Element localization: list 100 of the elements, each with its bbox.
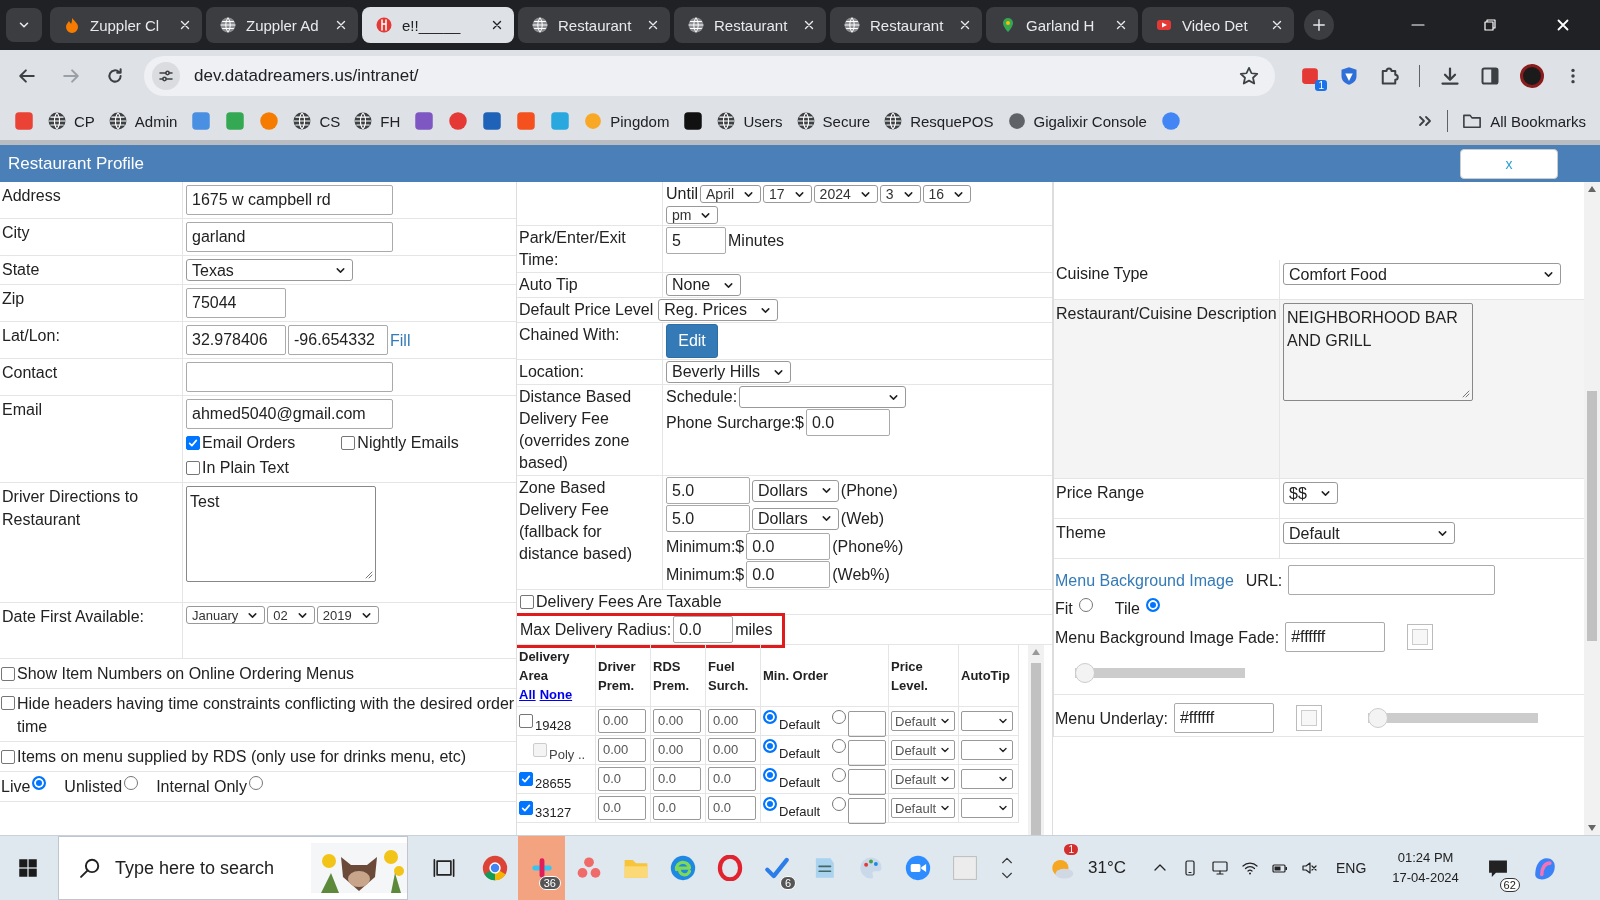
bookmark[interactable]: Admin xyxy=(108,112,178,130)
slider-thumb[interactable] xyxy=(1075,663,1095,683)
browser-tab[interactable]: Zuppler Cl xyxy=(50,7,202,43)
bookmark[interactable]: Gigalixir Console xyxy=(1007,112,1147,130)
dropdown[interactable]: 16 xyxy=(922,185,972,203)
link[interactable]: None xyxy=(539,685,573,704)
wifi-icon[interactable] xyxy=(1242,860,1258,876)
radio-button[interactable] xyxy=(32,775,47,790)
dropdown[interactable]: Comfort Food xyxy=(1283,263,1561,285)
bookmark[interactable]: Secure xyxy=(796,112,871,130)
checkbox[interactable] xyxy=(1,696,15,710)
text-area[interactable]: NEIGHBORHOOD BAR AND GRILL xyxy=(1283,303,1473,401)
text-input[interactable]: #ffffff xyxy=(1285,622,1386,652)
dropdown[interactable]: Dollars xyxy=(752,507,839,530)
text-input[interactable]: 0.00 xyxy=(653,709,701,733)
text-input[interactable] xyxy=(848,769,886,795)
dropdown[interactable]: Default xyxy=(891,711,955,731)
text-input[interactable] xyxy=(848,798,886,824)
radio-button[interactable] xyxy=(832,768,847,782)
shield-icon[interactable] xyxy=(1339,66,1359,86)
checkbox[interactable] xyxy=(520,595,534,609)
plus-icon[interactable] xyxy=(1312,18,1326,32)
dropdown[interactable]: January xyxy=(186,606,266,624)
browser-tab[interactable]: Garland H xyxy=(986,7,1138,43)
checkmark-icon[interactable] xyxy=(763,855,790,881)
link[interactable]: All xyxy=(519,685,536,704)
radio-button[interactable] xyxy=(1145,597,1160,612)
radio-button[interactable] xyxy=(763,710,777,724)
text-input[interactable]: 0.0 xyxy=(653,796,701,820)
browser-tab[interactable]: Restaurant xyxy=(674,7,826,43)
close-icon[interactable] xyxy=(178,18,192,32)
close-icon[interactable] xyxy=(1114,18,1128,32)
dropdown[interactable]: April xyxy=(700,185,762,203)
bookmark-folder[interactable]: All Bookmarks xyxy=(1462,111,1586,131)
radio-button[interactable] xyxy=(763,797,777,811)
back-icon[interactable] xyxy=(18,67,36,85)
text-input[interactable]: 5 xyxy=(666,227,726,254)
text-input[interactable]: ahmed5040@gmail.com xyxy=(186,399,393,429)
browser-tab[interactable]: Restaurant xyxy=(830,7,982,43)
close-icon[interactable] xyxy=(958,18,972,32)
checkbox[interactable] xyxy=(519,772,533,786)
monitor-icon[interactable] xyxy=(1212,860,1228,876)
text-input[interactable]: 0.0 xyxy=(673,616,734,643)
address-bar[interactable]: dev.datadreamers.us/intranet/ xyxy=(144,56,1275,96)
dropdown[interactable]: Dollars xyxy=(752,479,839,502)
text-input[interactable]: garland xyxy=(186,222,393,252)
circle-icon[interactable] xyxy=(448,111,469,131)
browser-tab[interactable]: Zuppler Ad xyxy=(206,7,358,43)
bookmark[interactable]: Users xyxy=(717,112,783,130)
dropdown[interactable]: None xyxy=(666,274,742,296)
text-input[interactable]: #ffffff xyxy=(1173,703,1274,733)
circle-icon[interactable] xyxy=(1160,111,1181,131)
checkbox[interactable] xyxy=(519,714,533,728)
browser-icon[interactable] xyxy=(669,855,696,881)
dropdown[interactable]: 02 xyxy=(267,606,315,624)
radio-button[interactable] xyxy=(763,768,777,782)
text-input[interactable]: 0.0 xyxy=(653,767,701,791)
app-icon[interactable] xyxy=(683,111,704,131)
close-icon[interactable] xyxy=(1270,18,1284,32)
text-area[interactable]: Test xyxy=(186,486,376,582)
browser-tab[interactable]: e!!_____ xyxy=(362,7,514,43)
dropdown[interactable]: 2024 xyxy=(813,185,878,203)
dropdown[interactable]: Beverly Hills xyxy=(666,361,791,383)
text-input[interactable]: 0.0 xyxy=(746,561,831,588)
dropdown[interactable]: $$ xyxy=(1283,482,1338,504)
radio-button[interactable] xyxy=(832,710,847,724)
text-input[interactable]: 32.978406 xyxy=(186,325,286,355)
close-icon[interactable] xyxy=(802,18,816,32)
text-input[interactable]: 0.0 xyxy=(598,796,646,820)
profile-avatar[interactable] xyxy=(1520,64,1544,88)
scroll-thumb[interactable] xyxy=(1587,391,1597,641)
close-icon[interactable] xyxy=(646,18,660,32)
task-view-icon[interactable] xyxy=(432,857,455,879)
ring-icon[interactable] xyxy=(716,855,743,881)
text-input[interactable]: 5.0 xyxy=(666,505,750,532)
dots-icon[interactable] xyxy=(575,855,602,881)
checkbox[interactable] xyxy=(186,460,200,475)
link[interactable]: Fill xyxy=(390,328,411,352)
bookmark[interactable]: CP xyxy=(48,112,95,130)
action-button[interactable]: Edit xyxy=(666,324,718,358)
bookmark[interactable]: FH xyxy=(354,112,401,130)
bookmark[interactable]: ResquePOS xyxy=(884,112,994,130)
scroll-down-icon[interactable] xyxy=(1588,825,1596,831)
more-bookmarks-icon[interactable] xyxy=(1417,113,1434,129)
camera-icon[interactable] xyxy=(904,855,931,881)
browser-tab[interactable]: Video Det xyxy=(1142,7,1294,43)
slider-thumb[interactable] xyxy=(1367,708,1388,728)
text-input[interactable]: 0.00 xyxy=(708,709,756,733)
browser-icon[interactable] xyxy=(481,855,508,881)
speaker-icon[interactable] xyxy=(1302,860,1318,876)
text-input[interactable] xyxy=(848,711,886,737)
search-field[interactable]: Type here to search xyxy=(58,836,408,900)
scrollbar[interactable] xyxy=(1584,182,1600,835)
star-icon[interactable] xyxy=(1239,66,1259,86)
radio-button[interactable] xyxy=(832,797,847,811)
side-panel-icon[interactable] xyxy=(1480,66,1500,86)
text-input[interactable]: 5.0 xyxy=(666,477,750,504)
text-input[interactable]: 0.0 xyxy=(708,767,756,791)
text-input[interactable]: 75044 xyxy=(186,288,286,318)
dropdown[interactable]: Default xyxy=(891,769,955,789)
